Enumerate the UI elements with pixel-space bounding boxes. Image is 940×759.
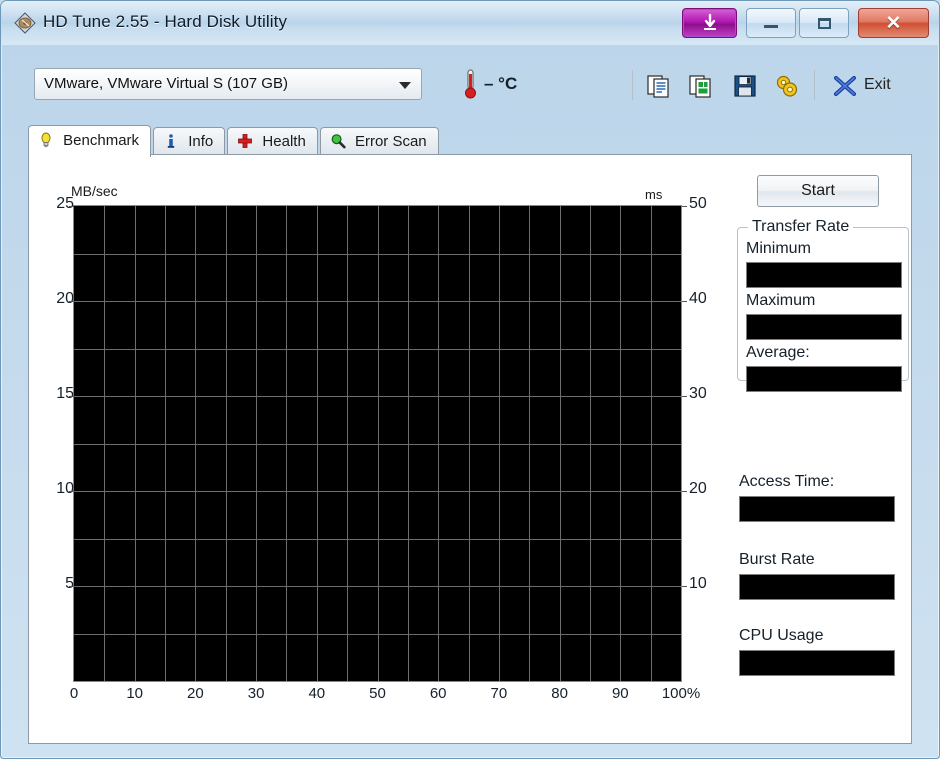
drive-select[interactable]: VMware, VMware Virtual S (107 GB) xyxy=(34,68,422,100)
chart-x-tick-label: 70 xyxy=(490,685,508,702)
options-gears-icon[interactable] xyxy=(770,70,804,102)
minimize-button[interactable] xyxy=(746,8,796,38)
tab-info-label: Info xyxy=(188,133,214,150)
save-floppy-icon[interactable] xyxy=(728,70,762,102)
chart-x-tick-label: 90 xyxy=(611,685,629,702)
chart-y-tick xyxy=(69,396,74,397)
chart-gridline-horizontal xyxy=(74,396,681,397)
chart-y-tick-label: 10 xyxy=(56,480,74,497)
tab-error-scan-label: Error Scan xyxy=(354,133,427,150)
chart-y-tick xyxy=(69,301,74,302)
magnifier-icon xyxy=(330,133,346,149)
exit-x-icon[interactable] xyxy=(828,70,862,102)
thermometer-icon xyxy=(462,68,480,100)
benchmark-results: Start Transfer Rate Minimum Maximum Aver… xyxy=(729,155,913,715)
close-button[interactable]: ✕ xyxy=(858,8,929,38)
chart-y2-tick xyxy=(682,586,687,587)
minimum-value xyxy=(746,262,902,288)
exit-button-label[interactable]: Exit xyxy=(864,76,891,94)
chart-gridline-horizontal xyxy=(74,586,681,587)
maximize-button[interactable] xyxy=(799,8,849,38)
chart-y2-axis-title: ms xyxy=(645,187,663,202)
lightbulb-icon xyxy=(38,132,54,148)
toolbar: VMware, VMware Virtual S (107 GB) – °C E… xyxy=(22,58,918,114)
tab-error-scan[interactable]: Error Scan xyxy=(319,127,439,157)
chevron-down-icon xyxy=(399,82,411,89)
chart-x-tick-label: 60 xyxy=(429,685,447,702)
chart-y-axis-title: MB/sec xyxy=(71,183,118,199)
chart-x-tick-label: 0 xyxy=(69,685,79,702)
burst-rate-label: Burst Rate xyxy=(739,551,815,568)
maximum-label: Maximum xyxy=(746,292,816,309)
chart-gridline-horizontal xyxy=(74,444,681,445)
chart-gridline-horizontal xyxy=(74,301,681,302)
chart-gridline-horizontal xyxy=(74,539,681,540)
chart-x-tick-label: 20 xyxy=(187,685,204,702)
red-cross-icon xyxy=(237,133,253,149)
chart-x-tick-label: 30 xyxy=(247,685,265,702)
chart-y2-tick xyxy=(682,301,687,302)
tab-benchmark[interactable]: Benchmark xyxy=(28,125,152,157)
minimum-label: Minimum xyxy=(746,240,811,257)
chart-y2-tick xyxy=(682,396,687,397)
chart-y2-tick xyxy=(682,206,687,207)
copy-text-icon[interactable] xyxy=(642,70,676,102)
chart-y-tick xyxy=(69,491,74,492)
chart-y-tick xyxy=(69,586,74,587)
chart-y-tick-label: 20 xyxy=(56,290,74,307)
burst-rate-value xyxy=(739,574,895,600)
chart-x-tick-label: 100% xyxy=(661,685,701,702)
chart-y-tick xyxy=(69,206,74,207)
maximum-value xyxy=(746,314,902,340)
temperature-readout: – °C xyxy=(484,74,518,93)
tab-health[interactable]: Health xyxy=(227,127,318,157)
benchmark-chart: MB/sec ms 5 10 15 20 25 10 20 30 40 50 0 10 20 30 40 50… xyxy=(29,155,729,715)
tab-benchmark-label: Benchmark xyxy=(63,132,140,149)
chart-gridline-horizontal xyxy=(74,349,681,350)
download-arrow-icon[interactable] xyxy=(682,8,737,38)
window-title: HD Tune 2.55 - Hard Disk Utility xyxy=(43,12,288,31)
benchmark-panel: MB/sec ms 5 10 15 20 25 10 20 30 40 50 0 10 20 30 40 50… xyxy=(28,154,912,744)
chart-y-tick-label: 25 xyxy=(56,195,74,212)
toolbar-separator-2 xyxy=(814,70,815,100)
chart-x-tick-label: 40 xyxy=(308,685,326,702)
chart-y2-tick xyxy=(682,491,687,492)
transfer-rate-group: Transfer Rate Minimum Maximum Average: xyxy=(737,218,909,392)
chart-x-tick-label: 80 xyxy=(551,685,568,702)
average-label: Average: xyxy=(746,344,810,361)
toolbar-separator-1 xyxy=(632,70,633,100)
chart-plot-area[interactable] xyxy=(73,205,682,682)
average-value xyxy=(746,366,902,392)
cpu-usage-value xyxy=(739,650,895,676)
maximize-icon xyxy=(817,17,831,29)
tab-health-label: Health xyxy=(262,133,306,150)
chart-gridline-horizontal xyxy=(74,254,681,255)
chart-gridline-horizontal xyxy=(74,634,681,635)
chart-x-tick-label: 10 xyxy=(126,685,144,702)
start-button[interactable]: Start xyxy=(757,175,879,207)
transfer-rate-legend: Transfer Rate xyxy=(748,218,854,236)
access-time-value xyxy=(739,496,895,522)
access-time-label: Access Time: xyxy=(739,473,835,490)
drive-select-value: VMware, VMware Virtual S (107 GB) xyxy=(44,75,288,92)
info-icon xyxy=(163,133,179,149)
hard-disk-icon xyxy=(13,11,37,35)
tab-info[interactable]: Info xyxy=(153,127,226,157)
tab-bar: Benchmark Info Health Error Scan xyxy=(28,125,441,157)
chart-gridline-horizontal xyxy=(74,491,681,492)
chart-y-tick-label: 5 xyxy=(65,575,74,592)
chart-y-tick-label: 15 xyxy=(56,385,74,402)
chart-x-tick-label: 50 xyxy=(369,685,386,702)
minimize-icon xyxy=(764,25,778,28)
cpu-usage-label: CPU Usage xyxy=(739,627,824,644)
hd-tune-window: HD Tune 2.55 - Hard Disk Utility ✕ VMwar… xyxy=(0,0,940,759)
copy-image-icon[interactable] xyxy=(684,70,718,102)
title-bar: HD Tune 2.55 - Hard Disk Utility ✕ xyxy=(1,1,939,45)
